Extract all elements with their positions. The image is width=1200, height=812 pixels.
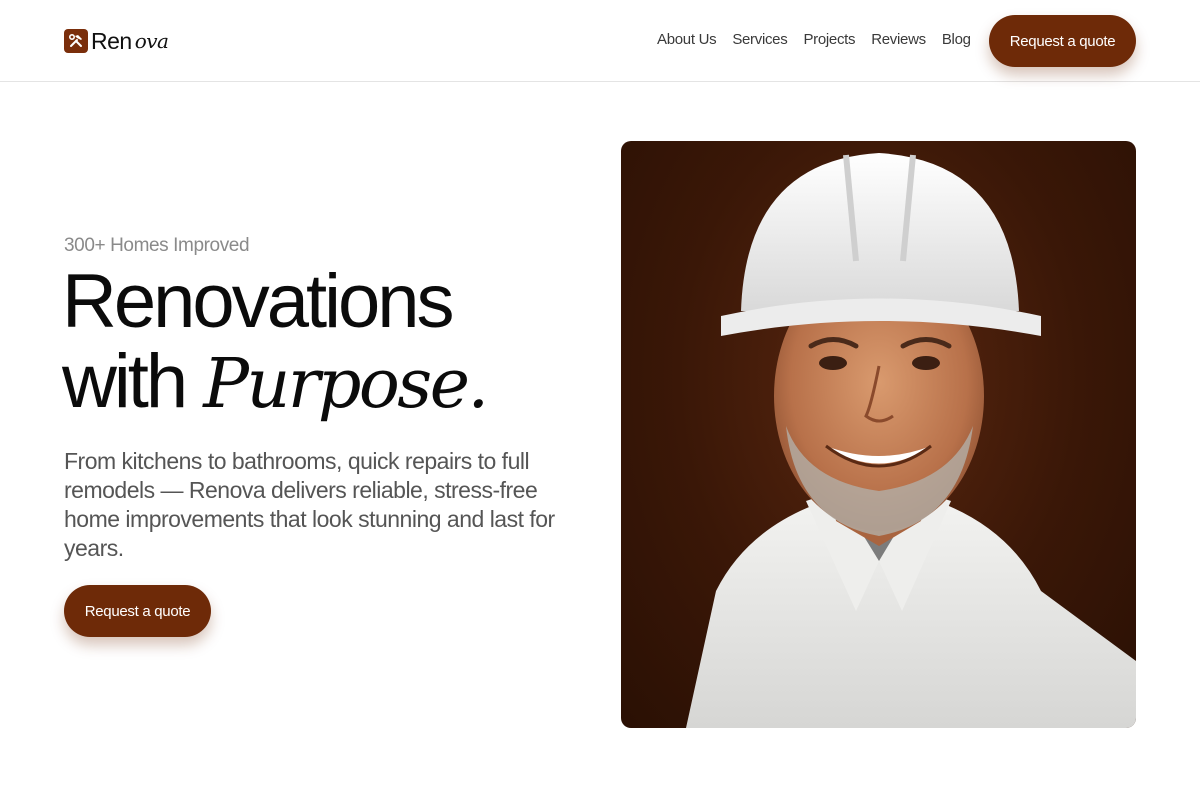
nav-link-about-us[interactable]: About Us [657, 30, 717, 50]
contractor-illustration [686, 153, 1136, 728]
nav-link-reviews[interactable]: Reviews [871, 30, 926, 50]
nav-link-services[interactable]: Services [732, 30, 787, 50]
headline-plain-text: with [62, 339, 204, 424]
main-nav: About Us Services Projects Reviews Blog [657, 30, 971, 50]
page: Ren ova About Us Services Projects Review… [0, 0, 1200, 812]
logo-text-suffix: ova [134, 29, 169, 53]
hero-headline: Renovations with Purpose. [62, 262, 582, 425]
hammer-wrench-icon [64, 29, 88, 53]
nav-link-blog[interactable]: Blog [942, 30, 971, 50]
logo[interactable]: Ren ova [64, 27, 169, 54]
hero-request-quote-button[interactable]: Request a quote [64, 585, 211, 637]
hero-photo-contractor [621, 141, 1136, 728]
headline-serif-text: Purpose. [203, 345, 489, 424]
header-request-quote-button[interactable]: Request a quote [989, 15, 1136, 67]
nav-link-projects[interactable]: Projects [803, 30, 855, 50]
headline-line-1: Renovations [62, 259, 455, 344]
hero-description: From kitchens to bathrooms, quick repair… [64, 448, 555, 561]
logo-text-prefix: Ren [91, 27, 132, 54]
headline-line-2: with Purpose. [62, 342, 582, 425]
site-header: Ren ova About Us Services Projects Review… [0, 0, 1200, 82]
hero-eyebrow: 300+ Homes Improved [64, 235, 250, 256]
